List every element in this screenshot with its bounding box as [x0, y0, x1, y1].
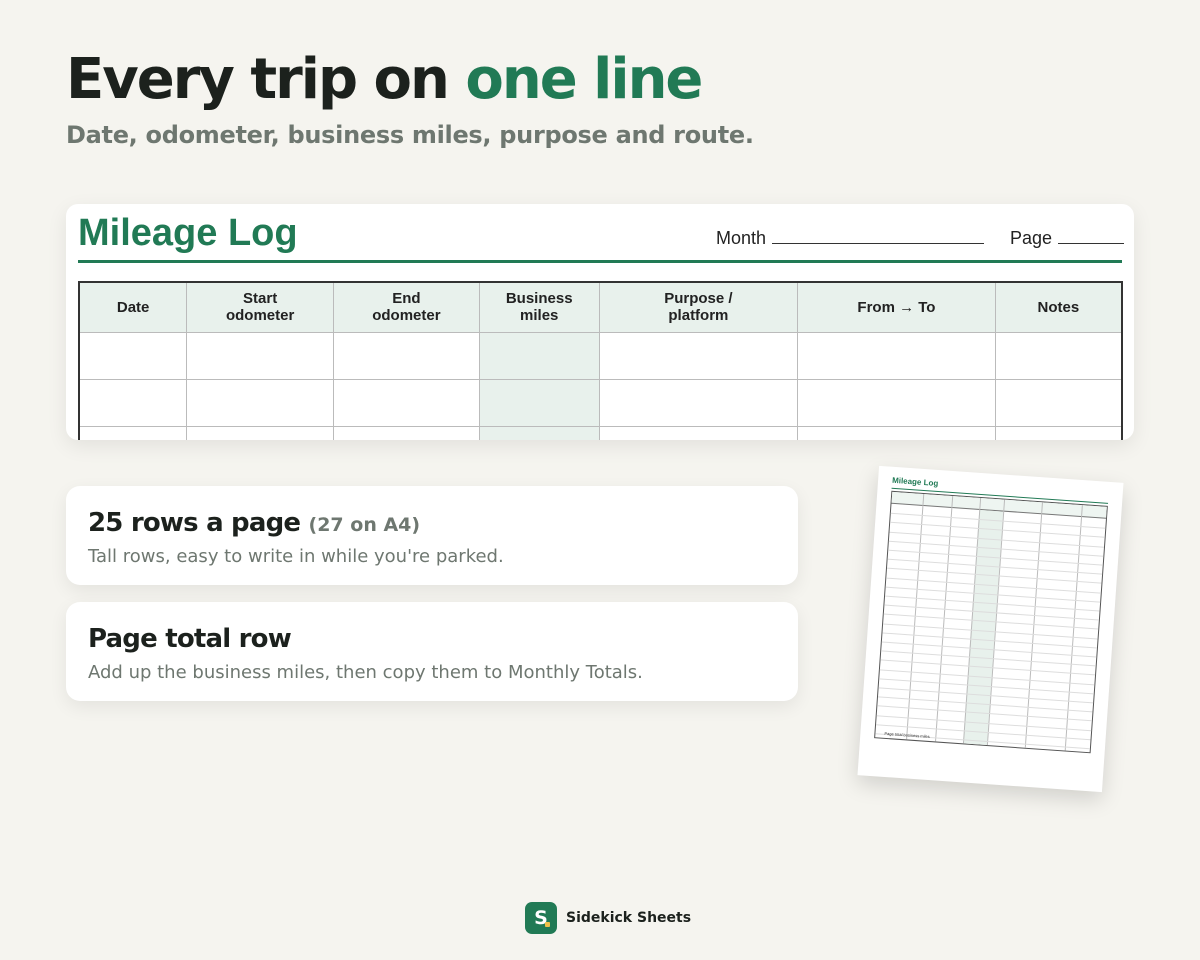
thumbnail-title: Mileage Log — [891, 475, 939, 488]
log-title-rule — [78, 260, 1122, 263]
page-blank-line — [1058, 230, 1125, 244]
feature-title-note: (27 on A4) — [308, 514, 421, 536]
col-header-from-to: From → To — [797, 282, 996, 332]
col-header-text: Business miles — [505, 290, 573, 325]
thumbnail-grid — [874, 490, 1108, 754]
col-header-business-miles: Business miles — [479, 282, 600, 332]
feature-title-text: 25 rows a page — [88, 508, 301, 538]
table-row — [78, 378, 1123, 427]
col-header-notes: Notes — [995, 282, 1122, 332]
page-subtitle: Date, odometer, business miles, purpose … — [66, 121, 754, 149]
brand-logo: S — [525, 902, 557, 934]
brand-footer: S Sidekick Sheets — [525, 902, 691, 934]
brand-name: Sidekick Sheets — [566, 910, 692, 926]
month-blank-line — [772, 230, 985, 244]
headline-main: Every trip on — [66, 47, 466, 112]
log-table: Date Start odometer End odometer Busines… — [78, 281, 1123, 440]
feature-card-page-total: Page total row Add up the business miles… — [66, 602, 798, 701]
col-header-start-odometer: Start odometer — [186, 282, 335, 332]
feature-description: Add up the business miles, then copy the… — [88, 662, 643, 683]
col-header-text: Date — [116, 298, 150, 316]
col-header-text: Purpose / platform — [664, 290, 733, 325]
feature-title: Page total row — [88, 624, 292, 654]
page-label: Page — [1010, 228, 1053, 248]
col-header-purpose: Purpose / platform — [599, 282, 799, 332]
col-header-text: End odometer — [372, 290, 441, 325]
month-field: Month — [716, 228, 985, 249]
table-row — [78, 331, 1123, 380]
page-field: Page — [1010, 228, 1125, 249]
feature-title-text: Page total row — [88, 624, 292, 654]
month-label: Month — [716, 228, 767, 248]
col-header-date: Date — [79, 282, 188, 332]
page-headline: Every trip on one line — [66, 46, 703, 114]
feature-title: 25 rows a page (27 on A4) — [88, 508, 420, 538]
log-title: Mileage Log — [78, 212, 298, 254]
log-header-row: Date Start odometer End odometer Busines… — [79, 282, 1122, 332]
feature-card-rows: 25 rows a page (27 on A4) Tall rows, eas… — [66, 486, 798, 585]
mileage-log-preview: Mileage Log Month Page Date Start odomet… — [66, 204, 1134, 440]
col-header-text: Notes — [1037, 298, 1080, 316]
feature-description: Tall rows, easy to write in while you're… — [88, 546, 504, 567]
logo-dot — [545, 922, 550, 927]
col-header-end-odometer: End odometer — [333, 282, 480, 332]
headline-accent: one line — [465, 47, 703, 112]
col-header-text: Start odometer — [225, 290, 295, 325]
table-row — [78, 425, 1123, 440]
col-header-text: From → To — [857, 298, 936, 316]
printable-page-thumbnail: Mileage Log Page total business miles — [857, 465, 1124, 793]
